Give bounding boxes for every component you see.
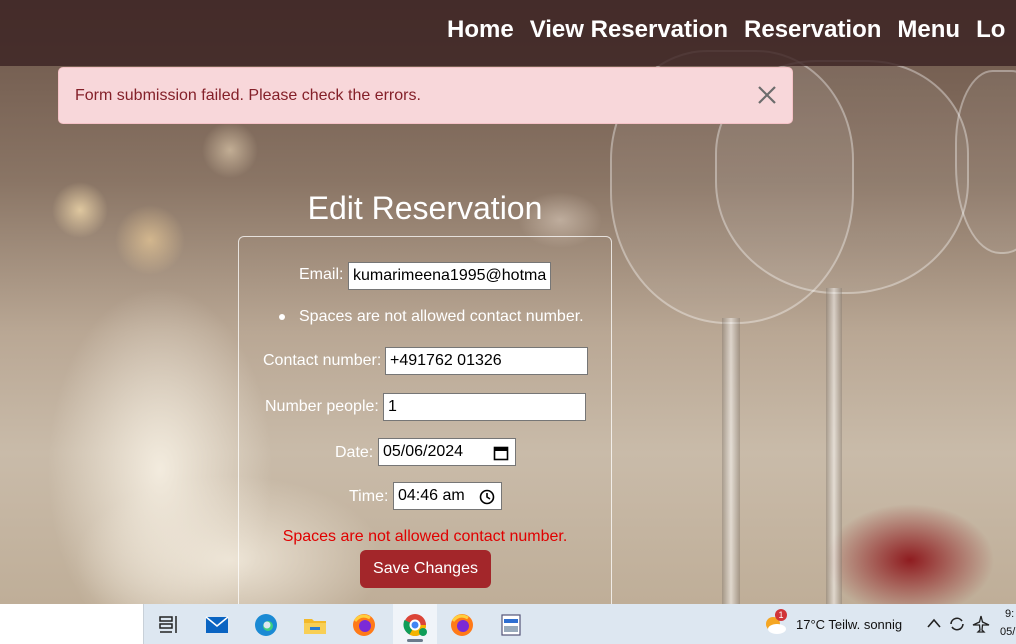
taskbar-search-box[interactable] — [0, 604, 144, 644]
network-sync-icon[interactable] — [948, 615, 966, 633]
error-alert: Form submission failed. Please check the… — [58, 67, 793, 124]
contact-error-bullet-text: Spaces are not allowed contact number. — [299, 308, 584, 325]
nav-view-reservation[interactable]: View Reservation — [530, 16, 728, 44]
close-icon[interactable] — [756, 84, 778, 106]
task-view-icon[interactable] — [156, 612, 182, 638]
file-explorer-icon[interactable] — [302, 612, 328, 638]
contact-error-list-item: Spaces are not allowed contact number. — [279, 308, 584, 326]
firefox-icon[interactable] — [449, 612, 475, 638]
firefox-icon[interactable] — [351, 612, 377, 638]
chrome-icon[interactable] — [402, 612, 428, 638]
scanner-app-icon[interactable] — [498, 612, 524, 638]
email-label: Email: — [299, 266, 344, 283]
contact-label: Contact number: — [263, 352, 382, 369]
weather-text[interactable]: 17°C Teilw. sonnig — [796, 617, 902, 632]
wine-glass-stem — [722, 318, 740, 604]
airplane-mode-icon[interactable] — [972, 615, 990, 633]
time-field[interactable]: 04:46 am — [393, 482, 502, 510]
calendar-icon[interactable] — [493, 445, 509, 461]
bullet-icon — [279, 313, 285, 320]
nav-links: Home View Reservation Reservation Menu L… — [447, 16, 1005, 44]
people-label: Number people: — [265, 398, 379, 415]
nav-logout[interactable]: Lo — [976, 16, 1005, 44]
clock-time[interactable]: 9: — [1005, 608, 1014, 620]
nav-menu[interactable]: Menu — [897, 16, 960, 44]
wine-glass-image-3 — [955, 70, 1016, 254]
time-label: Time: — [349, 488, 389, 505]
number-people-field[interactable]: 1 — [383, 393, 586, 421]
weather-notification-badge: 1 — [775, 609, 787, 621]
nav-home[interactable]: Home — [447, 16, 514, 44]
time-value: 04:46 am — [398, 487, 465, 504]
alert-message: Form submission failed. Please check the… — [75, 87, 421, 104]
nav-reservation[interactable]: Reservation — [744, 16, 881, 44]
wine-glass-stem-2 — [826, 288, 842, 604]
clock-date[interactable]: 05/ — [1000, 626, 1015, 638]
contact-number-field[interactable]: +491762 01326 — [385, 347, 588, 375]
date-label: Date: — [335, 444, 374, 461]
clock-icon[interactable] — [479, 489, 495, 505]
page-title: Edit Reservation — [307, 190, 543, 226]
mail-icon[interactable] — [204, 612, 230, 638]
date-field[interactable]: 05/06/2024 — [378, 438, 516, 466]
date-value: 05/06/2024 — [383, 443, 464, 460]
windows-taskbar: 1 17°C Teilw. sonnig 9: 05/ — [0, 604, 1016, 644]
active-indicator — [407, 639, 423, 642]
email-field[interactable]: kumarimeena1995@hotma — [348, 262, 551, 290]
edge-icon[interactable] — [253, 612, 279, 638]
save-changes-button[interactable]: Save Changes — [360, 550, 491, 588]
form-error-message: Spaces are not allowed contact number. — [282, 528, 568, 545]
chevron-up-icon[interactable] — [927, 618, 941, 628]
top-navbar: Home View Reservation Reservation Menu L… — [0, 0, 1016, 66]
